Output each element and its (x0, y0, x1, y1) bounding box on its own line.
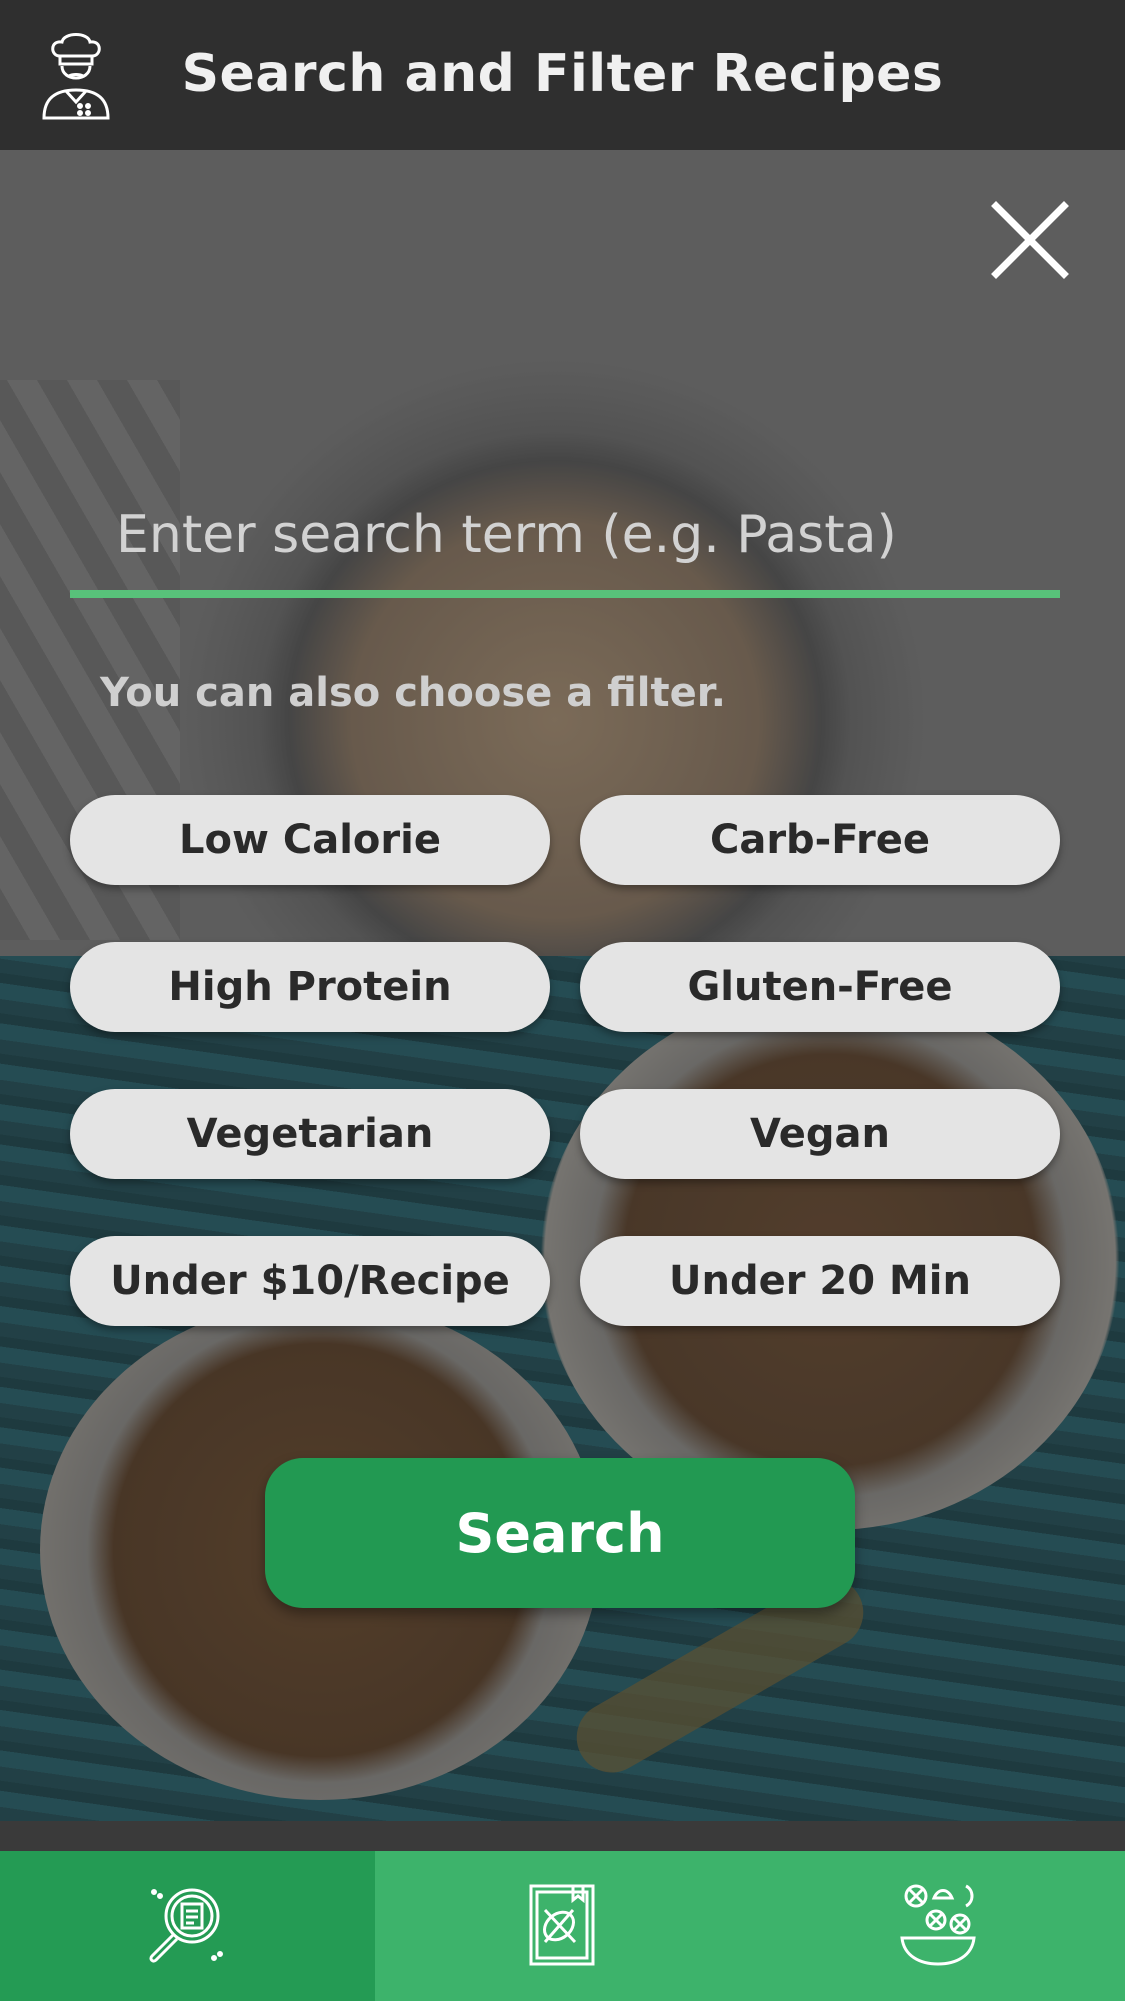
filter-vegan[interactable]: Vegan (580, 1089, 1060, 1179)
background-strip (0, 1821, 1125, 1851)
filter-under-10-per-recipe[interactable]: Under $10/Recipe (70, 1236, 550, 1326)
search-button[interactable]: Search (265, 1458, 855, 1608)
app-header: Search and Filter Recipes (0, 0, 1125, 150)
filter-low-calorie[interactable]: Low Calorie (70, 795, 550, 885)
nav-item-recipes[interactable] (375, 1851, 750, 2001)
nav-item-ingredients[interactable] (750, 1851, 1125, 2001)
search-input-underline (70, 590, 1060, 598)
recipe-book-icon (515, 1876, 611, 1976)
ingredients-bowl-icon (890, 1876, 986, 1976)
filter-under-20-min[interactable]: Under 20 Min (580, 1236, 1060, 1326)
filter-hint: You can also choose a filter. (100, 670, 726, 716)
filter-vegetarian[interactable]: Vegetarian (70, 1089, 550, 1179)
filter-carb-free[interactable]: Carb-Free (580, 795, 1060, 885)
nav-item-search[interactable] (0, 1851, 375, 2001)
close-icon[interactable] (990, 200, 1070, 280)
bottom-nav (0, 1851, 1125, 2001)
recipe-search-icon (140, 1876, 236, 1976)
filter-high-protein[interactable]: High Protein (70, 942, 550, 1032)
search-input[interactable] (70, 480, 1060, 590)
filter-gluten-free[interactable]: Gluten-Free (580, 942, 1060, 1032)
page-title: Search and Filter Recipes (181, 44, 944, 104)
